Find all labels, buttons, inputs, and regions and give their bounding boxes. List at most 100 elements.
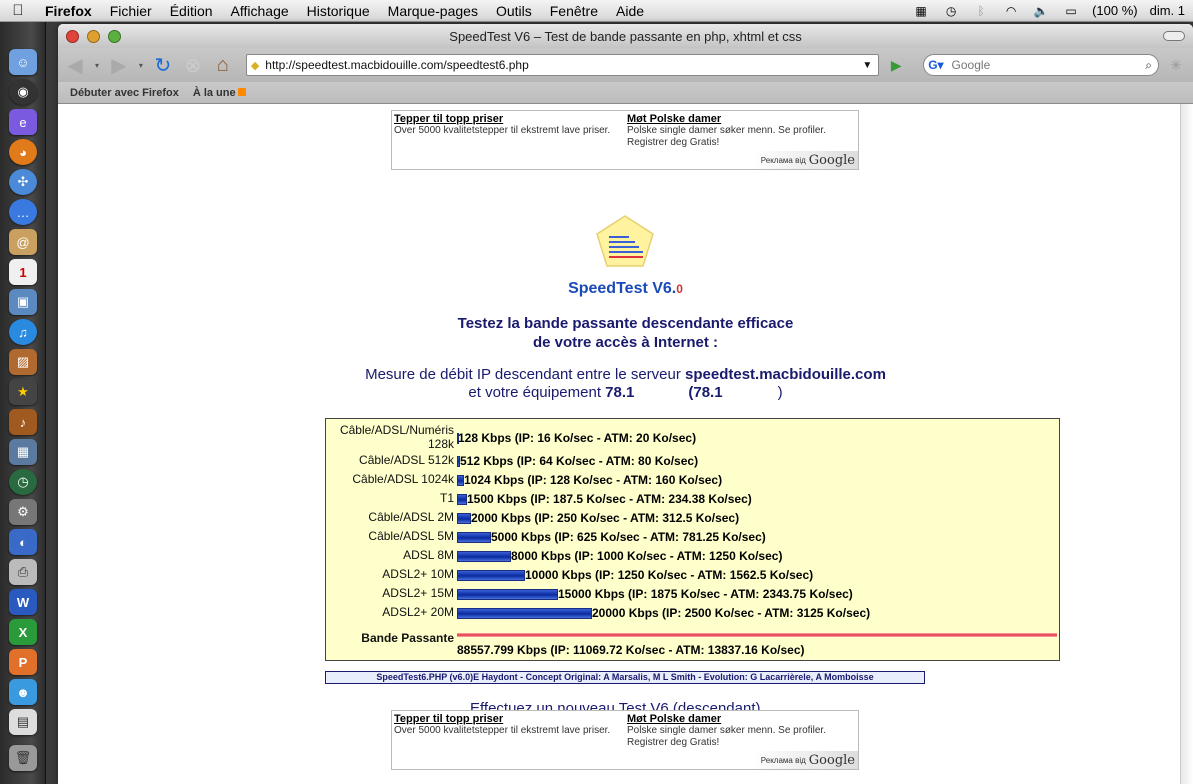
menu-fichier[interactable]: Fichier bbox=[101, 3, 161, 19]
menu-app-name[interactable]: Firefox bbox=[36, 3, 101, 19]
ads-by-google-badge[interactable]: Реклама від Google bbox=[754, 151, 858, 169]
speed-bar-value: 512 Kbps (IP: 64 Ko/sec - ATM: 80 Ko/sec… bbox=[460, 454, 699, 468]
preview-icon[interactable]: ▣ bbox=[9, 289, 37, 315]
safari-icon[interactable]: ✣ bbox=[9, 169, 37, 195]
stop-button[interactable]: ⊗ bbox=[180, 52, 206, 78]
speed-bar-value: 1024 Kbps (IP: 128 Ko/sec - ATM: 160 Ko/… bbox=[464, 473, 723, 487]
url-dropdown-icon[interactable]: ▼ bbox=[862, 60, 878, 71]
url-bar[interactable]: ◆ http://speedtest.macbidouille.com/spee… bbox=[245, 54, 880, 76]
documents-stack-icon[interactable]: ▤ bbox=[9, 709, 37, 735]
battery-percent[interactable]: (100 %) bbox=[1092, 3, 1138, 18]
ad-bottom-title-1[interactable]: Tepper til topp priser bbox=[394, 713, 616, 725]
url-text[interactable]: http://speedtest.macbidouille.com/speedt… bbox=[259, 58, 862, 72]
minimize-window-button[interactable] bbox=[87, 29, 100, 43]
brand-name: SpeedTest V6. bbox=[568, 280, 677, 297]
ad-top-col-1[interactable]: Tepper til topp priser Over 5000 kvalite… bbox=[394, 113, 616, 137]
finder-icon[interactable]: ☺ bbox=[9, 49, 37, 75]
bookmark-a-la-une[interactable]: À la une bbox=[193, 87, 246, 99]
printer-icon[interactable]: ⎙ bbox=[9, 559, 37, 585]
speed-row-label: ADSL2+ 20M bbox=[382, 605, 454, 619]
back-history-icon[interactable]: ▾ bbox=[92, 52, 102, 78]
powerpoint-icon[interactable]: P bbox=[9, 649, 37, 675]
brand-version: 0 bbox=[676, 282, 683, 296]
trash-icon[interactable]: 🗑 bbox=[9, 745, 37, 771]
ads-by-google-badge-bottom[interactable]: Реклама від Google bbox=[754, 751, 858, 769]
time-machine-icon[interactable]: ◷ bbox=[942, 4, 960, 18]
go-button[interactable]: ▶ bbox=[883, 52, 909, 78]
menu-marque-pages[interactable]: Marque-pages bbox=[379, 3, 487, 19]
search-input[interactable]: Google bbox=[944, 58, 1146, 72]
address-book-icon[interactable]: @ bbox=[9, 229, 37, 255]
zoom-window-button[interactable] bbox=[108, 29, 121, 43]
credits-banner: SpeedTest6.PHP (v6.0)E Haydont - Concept… bbox=[325, 671, 925, 684]
word-icon[interactable]: W bbox=[9, 589, 37, 615]
ichat-icon[interactable]: … bbox=[9, 199, 37, 225]
bookmark-debuter[interactable]: Débuter avec Firefox bbox=[70, 87, 179, 99]
menu-fenetre[interactable]: Fenêtre bbox=[541, 3, 607, 19]
reload-button[interactable]: ↻ bbox=[150, 52, 176, 78]
menu-affichage[interactable]: Affichage bbox=[222, 3, 298, 19]
battery-icon[interactable]: ▭ bbox=[1062, 4, 1080, 18]
headline-line-1: Testez la bande passante descendante eff… bbox=[457, 315, 794, 332]
bookmark-a-la-une-label[interactable]: À la une bbox=[193, 87, 236, 99]
forward-history-icon[interactable]: ▾ bbox=[136, 52, 146, 78]
search-magnifier-icon[interactable]: ⌕ bbox=[1145, 58, 1158, 73]
bluetooth-icon[interactable]: ᛒ bbox=[972, 4, 990, 18]
speed-row: T1 1500 Kbps (IP: 187.5 Ko/sec - ATM: 234… bbox=[326, 491, 1059, 510]
wifi-icon[interactable]: ◠ bbox=[1002, 4, 1020, 18]
toolbar-toggle-button[interactable] bbox=[1163, 31, 1185, 41]
firefox-icon[interactable]: ◕ bbox=[9, 139, 37, 165]
speed-row-label: Câble/ADSL 512k bbox=[359, 453, 454, 467]
menu-outils[interactable]: Outils bbox=[487, 3, 541, 19]
time-machine-dock-icon[interactable]: ◷ bbox=[9, 469, 37, 495]
speed-row: Câble/ADSL 2M 2000 Kbps (IP: 250 Ko/sec -… bbox=[326, 510, 1059, 529]
ad-top-title-2[interactable]: Møt Polske damer bbox=[627, 113, 849, 125]
system-preferences-icon[interactable]: ⚙ bbox=[9, 499, 37, 525]
navigation-toolbar: ◀ ▾ ▶ ▾ ↻ ⊗ ⌂ ◆ http://speedtest.macbido… bbox=[58, 48, 1193, 82]
ad-bottom-title-2[interactable]: Møt Polske damer bbox=[627, 713, 849, 725]
excel-icon[interactable]: X bbox=[9, 619, 37, 645]
menu-clock[interactable]: dim. 1 bbox=[1150, 3, 1185, 18]
ad-bottom-col-1[interactable]: Tepper til topp priser Over 5000 kvalite… bbox=[394, 713, 616, 737]
ads-badge-text: Реклама від bbox=[760, 155, 806, 165]
google-engine-icon[interactable]: G▾ bbox=[928, 58, 943, 72]
script-menu-icon[interactable]: ▦ bbox=[912, 4, 930, 18]
forward-button[interactable]: ▶ bbox=[106, 52, 132, 78]
home-button[interactable]: ⌂ bbox=[210, 52, 236, 78]
measure-line-1: Mesure de débit IP descendant entre le s… bbox=[365, 366, 686, 383]
close-window-button[interactable] bbox=[66, 29, 79, 43]
ad-top-text-2: Polske single damer søker menn. Se profi… bbox=[627, 125, 826, 148]
ad-banner-bottom[interactable]: Tepper til topp priser Over 5000 kvalite… bbox=[391, 710, 859, 770]
menu-aide[interactable]: Aide bbox=[607, 3, 653, 19]
dashboard-icon[interactable]: ◉ bbox=[9, 79, 37, 105]
loading-throbber-icon: ✳ bbox=[1170, 56, 1182, 73]
search-bar[interactable]: G▾ Google ⌕ bbox=[923, 54, 1159, 76]
back-button[interactable]: ◀ bbox=[62, 52, 88, 78]
ical-icon[interactable]: 1 bbox=[9, 259, 37, 285]
vertical-scrollbar[interactable] bbox=[1180, 104, 1193, 784]
ad-top-col-2[interactable]: Møt Polske damer Polske single damer søk… bbox=[627, 113, 849, 149]
volume-icon[interactable]: 🔈 bbox=[1032, 4, 1050, 18]
itunes-icon[interactable]: ♫ bbox=[9, 319, 37, 345]
speed-row-label: ADSL2+ 15M bbox=[382, 586, 454, 600]
messenger-icon[interactable]: ☻ bbox=[9, 679, 37, 705]
ad-top-title-1[interactable]: Tepper til topp priser bbox=[394, 113, 616, 125]
browser-window: SpeedTest V6 – Test de bande passante en… bbox=[58, 24, 1193, 784]
ad-bottom-col-2[interactable]: Møt Polske damer Polske single damer søk… bbox=[627, 713, 849, 749]
speed-bar bbox=[457, 494, 467, 505]
keynote-icon[interactable]: ◐ bbox=[9, 529, 37, 555]
imovie-icon[interactable]: ★ bbox=[9, 379, 37, 405]
bandwidth-value: 88557.799 Kbps (IP: 11069.72 Ko/sec - AT… bbox=[457, 643, 805, 657]
ad-top-text-1: Over 5000 kvalitetstepper til ekstremt l… bbox=[394, 125, 611, 136]
garageband-icon[interactable]: ♪ bbox=[9, 409, 37, 435]
ad-banner-top[interactable]: Tepper til topp priser Over 5000 kvalite… bbox=[391, 110, 859, 170]
speed-row: Câble/ADSL 1024k 1024 Kbps (IP: 128 Ko/se… bbox=[326, 472, 1059, 491]
spaces-icon[interactable]: ▦ bbox=[9, 439, 37, 465]
speed-row: ADSL 8M 8000 Kbps (IP: 1000 Ko/sec - ATM:… bbox=[326, 548, 1059, 567]
camino-icon[interactable]: e bbox=[9, 109, 37, 135]
menu-edition[interactable]: Édition bbox=[161, 3, 222, 19]
apple-menu-icon[interactable]:  bbox=[0, 2, 36, 19]
menu-historique[interactable]: Historique bbox=[298, 3, 379, 19]
bandwidth-measured-bar bbox=[457, 633, 1057, 637]
iphoto-icon[interactable]: ▨ bbox=[9, 349, 37, 375]
